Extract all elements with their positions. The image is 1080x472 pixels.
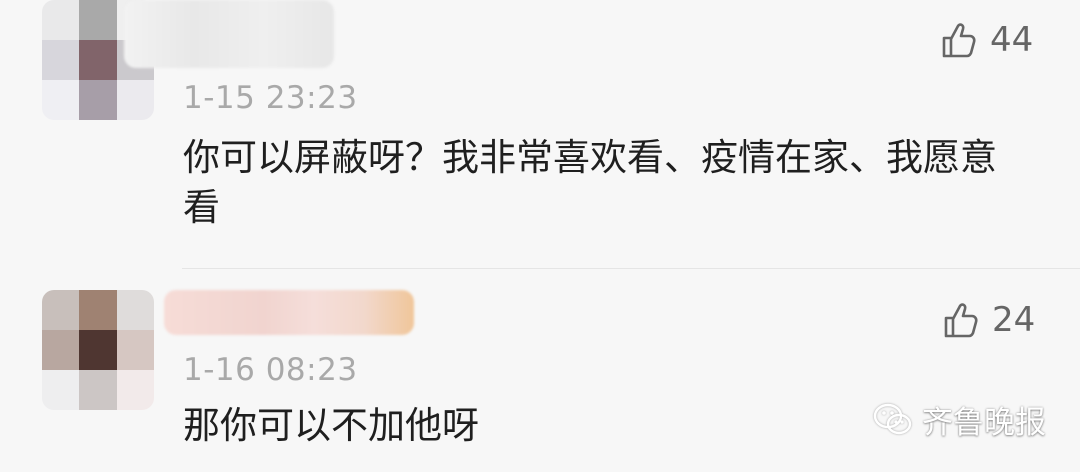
wechat-official-account-icon <box>872 401 914 439</box>
like-count: 24 <box>992 300 1036 340</box>
comment-timestamp: 1-16 08:23 <box>183 352 358 388</box>
comment-timestamp: 1-15 23:23 <box>183 80 358 116</box>
username-blurred[interactable] <box>164 290 414 335</box>
watermark-name: 齐鲁晚报 <box>922 405 1046 441</box>
like-count: 44 <box>990 20 1034 60</box>
watermark: 齐鲁晚报 <box>872 397 1046 442</box>
avatar[interactable] <box>42 290 154 410</box>
comment-divider <box>182 268 1080 269</box>
like-button[interactable]: 44 <box>934 18 1033 62</box>
comment-item: 44 1-15 23:23 你可以屏蔽呀？我非常喜欢看、疫情在家、我愿意看 <box>0 0 1080 270</box>
thumbs-up-icon <box>936 298 980 342</box>
like-button[interactable]: 24 <box>936 298 1035 342</box>
comment-text: 你可以屏蔽呀？我非常喜欢看、疫情在家、我愿意看 <box>183 136 997 229</box>
username-blurred[interactable] <box>124 0 334 68</box>
thumbs-up-icon <box>934 18 978 62</box>
